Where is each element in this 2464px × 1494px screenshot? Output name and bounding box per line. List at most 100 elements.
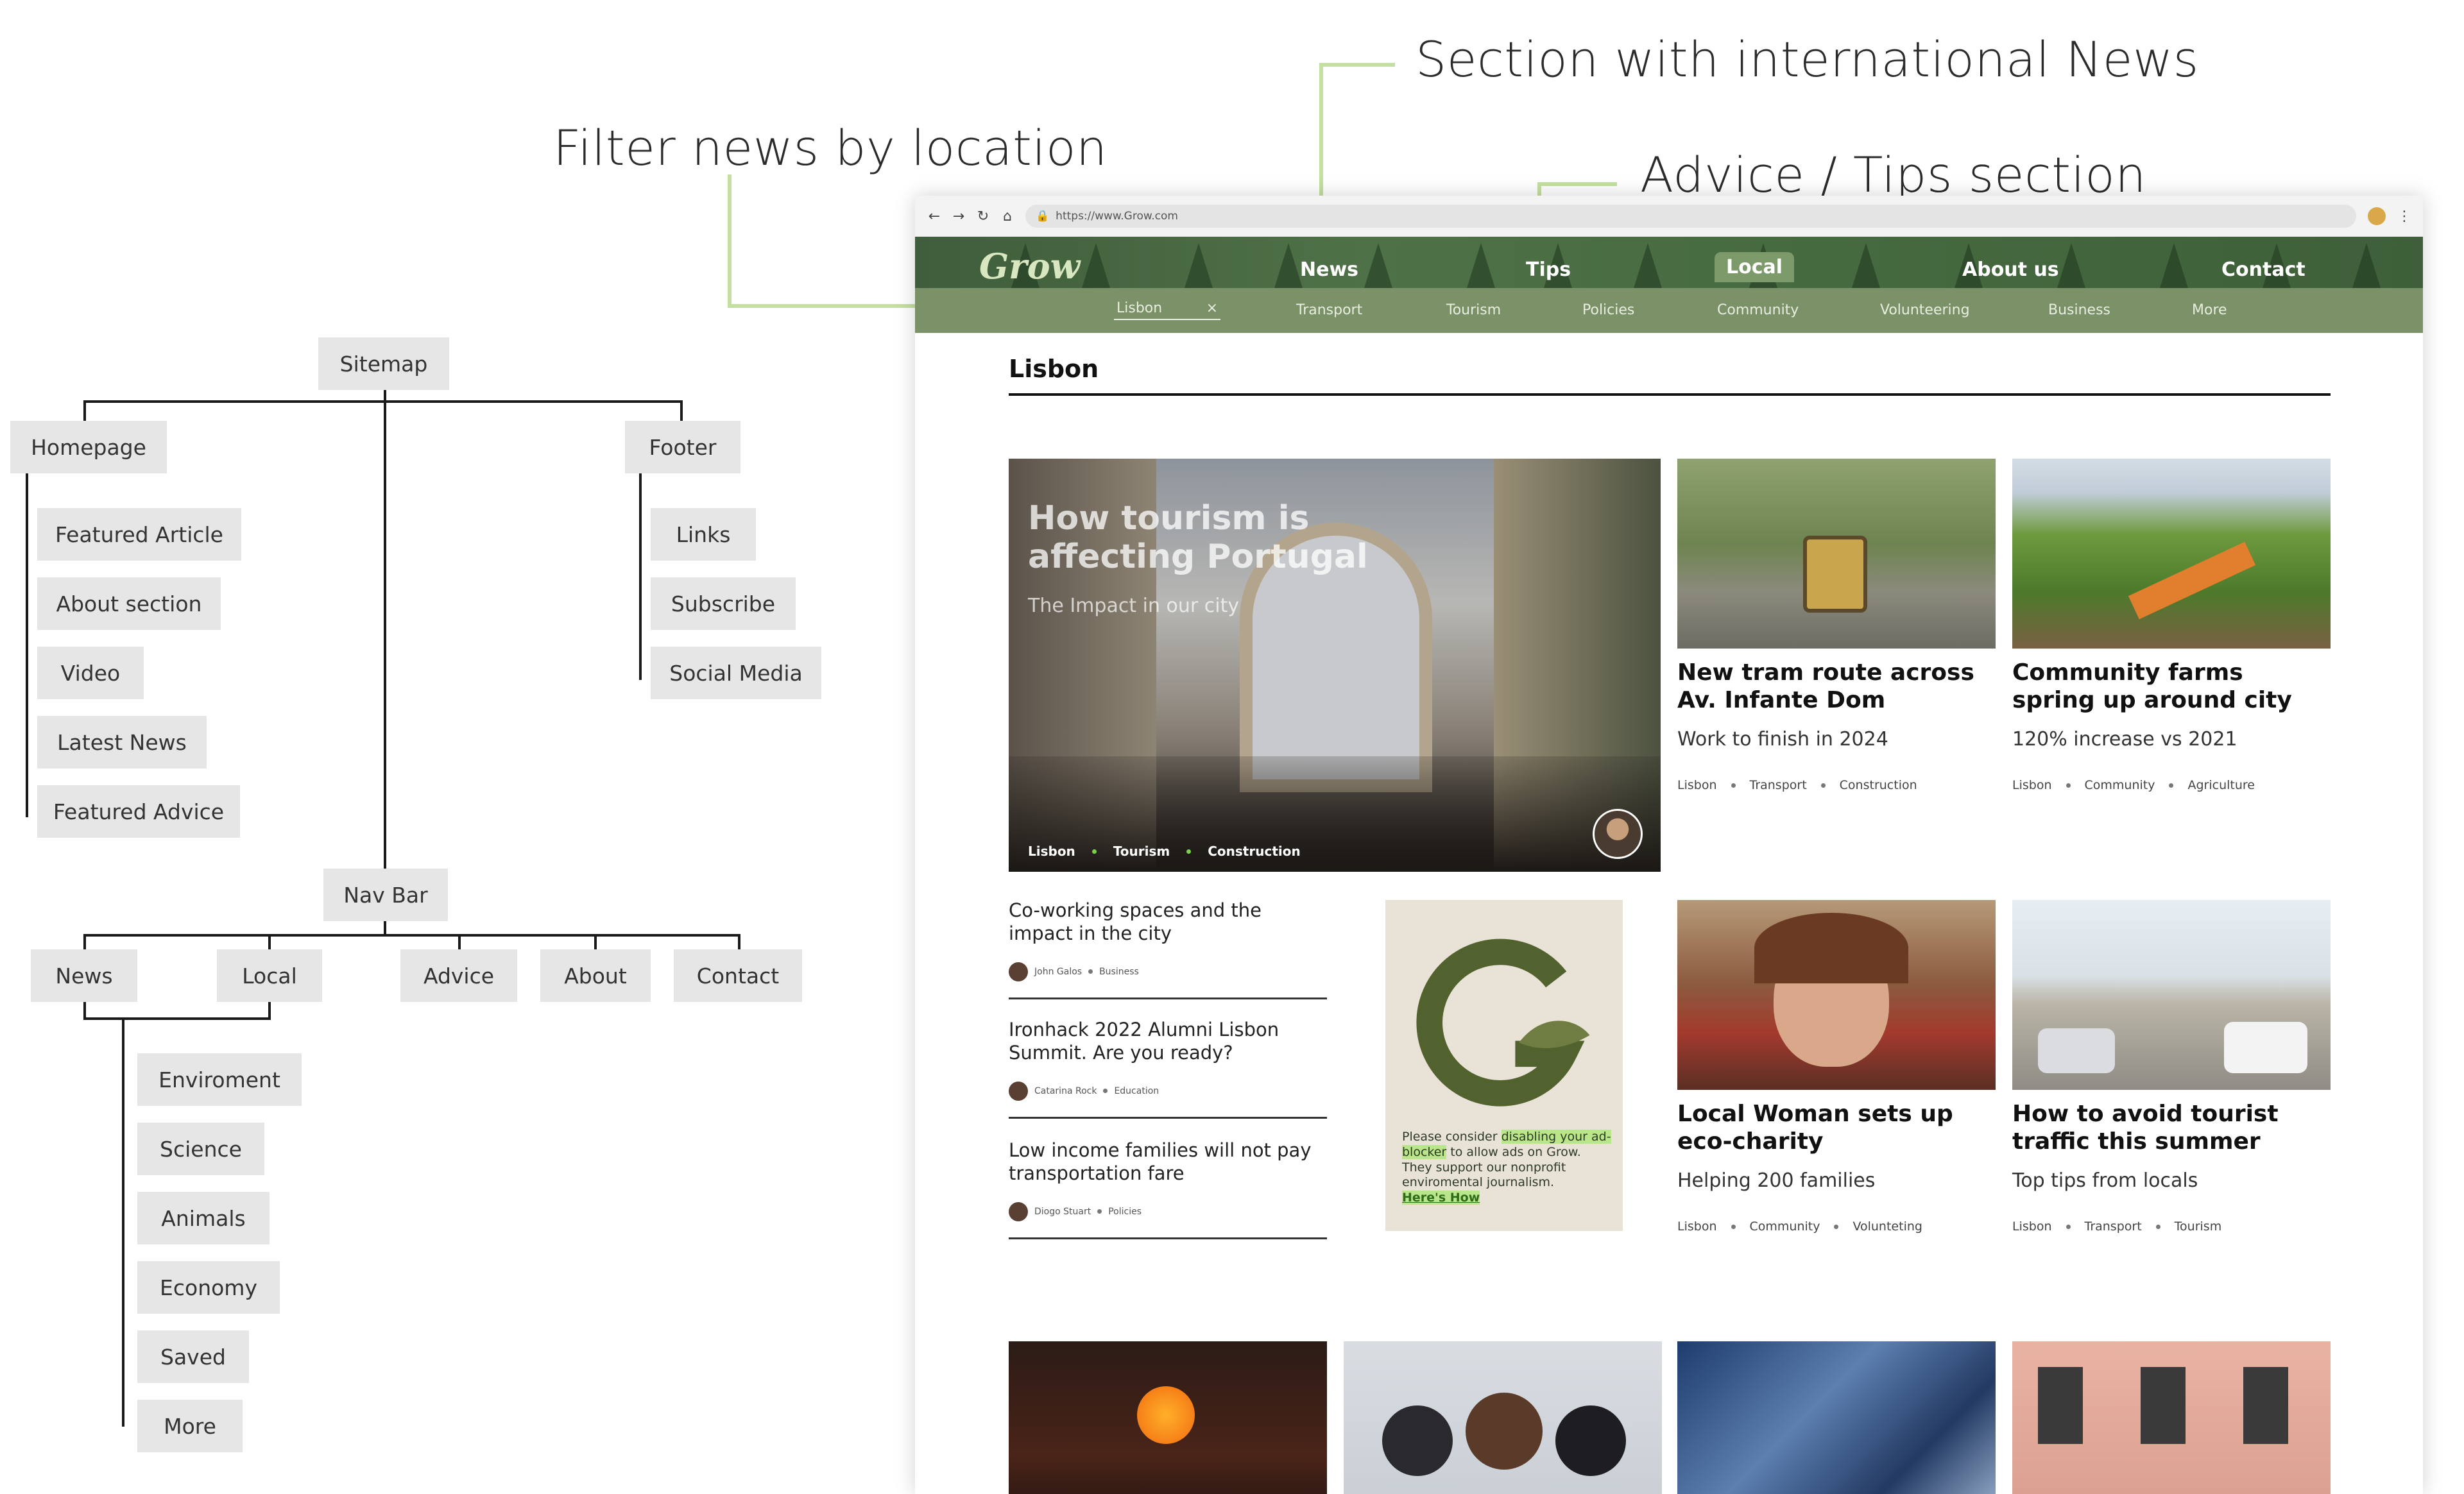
sitemap-local-child: Enviroment bbox=[137, 1053, 302, 1106]
tram-photo[interactable] bbox=[1677, 459, 1996, 649]
address-bar[interactable]: 🔒 https://www.Grow.com bbox=[1025, 205, 2356, 228]
author-avatar bbox=[1009, 962, 1028, 981]
kebab-menu-icon[interactable]: ⋮ bbox=[2397, 208, 2411, 225]
subnav-business[interactable]: Business bbox=[2048, 302, 2110, 318]
tag[interactable]: Community bbox=[1750, 1219, 1820, 1234]
card-subtitle: 120% increase vs 2021 bbox=[2012, 728, 2237, 751]
card-title[interactable]: New tram route across Av. Infante Dom bbox=[1677, 659, 1996, 714]
list-item[interactable]: Co-working spaces and the impact in the … bbox=[1009, 899, 1327, 981]
card-tags: Lisbon Transport Construction bbox=[1677, 778, 1917, 792]
hero-title[interactable]: How tourism is affecting Portugal bbox=[1028, 499, 1477, 577]
subnav-policies[interactable]: Policies bbox=[1582, 302, 1634, 318]
site-navbar bbox=[915, 237, 2423, 288]
list-item[interactable]: Ironhack 2022 Alumni Lisbon Summit. Are … bbox=[1009, 1018, 1327, 1101]
card-title[interactable]: How to avoid tourist traffic this summer bbox=[2012, 1100, 2331, 1155]
author-avatar bbox=[1009, 1201, 1028, 1221]
tag[interactable]: Lisbon bbox=[2012, 778, 2052, 792]
tag[interactable]: Policies bbox=[1108, 1207, 1142, 1217]
home-icon[interactable]: ⌂ bbox=[1001, 208, 1014, 225]
sitemap-homepage-child: Featured Article bbox=[37, 508, 241, 561]
subnav-tourism[interactable]: Tourism bbox=[1446, 302, 1501, 318]
tag[interactable]: Transport bbox=[2085, 1219, 2142, 1234]
callout-line-news-h bbox=[1319, 63, 1395, 67]
tag[interactable]: Volunteting bbox=[1852, 1219, 1922, 1234]
sitemap-nav-news: News bbox=[31, 949, 137, 1002]
tag[interactable]: Lisbon bbox=[1677, 778, 1717, 792]
community-farm-photo[interactable] bbox=[2012, 459, 2331, 649]
tag[interactable]: Lisbon bbox=[1028, 844, 1075, 859]
author-name[interactable]: Diogo Stuart bbox=[1034, 1207, 1091, 1217]
subnav-community[interactable]: Community bbox=[1717, 302, 1799, 318]
forward-arrow-icon[interactable]: → bbox=[952, 208, 965, 225]
author-avatar[interactable] bbox=[1593, 809, 1643, 859]
card-tags: Lisbon Transport Tourism bbox=[2012, 1219, 2221, 1234]
tree-line bbox=[680, 400, 683, 421]
tag[interactable]: Education bbox=[1114, 1086, 1159, 1096]
tag[interactable]: Transport bbox=[1750, 778, 1807, 792]
card-tags: Lisbon Community Volunteting bbox=[1677, 1219, 1922, 1234]
list-item[interactable]: Low income families will not pay transpo… bbox=[1009, 1139, 1327, 1221]
tag[interactable]: Business bbox=[1099, 967, 1139, 977]
tree-line bbox=[384, 921, 386, 934]
nav-tips[interactable]: Tips bbox=[1526, 259, 1571, 281]
tag[interactable]: Lisbon bbox=[1677, 1219, 1717, 1234]
sitemap-footer-child: Social Media bbox=[651, 647, 821, 699]
sitemap-navbar-node: Nav Bar bbox=[323, 869, 448, 921]
clear-filter-icon[interactable]: × bbox=[1206, 300, 1218, 316]
sunset-photo[interactable] bbox=[1009, 1341, 1327, 1494]
author-name[interactable]: John Galos bbox=[1034, 967, 1082, 977]
nav-about-us[interactable]: About us bbox=[1962, 259, 2059, 281]
card-tags: Lisbon Community Agriculture bbox=[2012, 778, 2255, 792]
sitemap-nav-local: Local bbox=[217, 949, 322, 1002]
list-divider bbox=[1009, 1237, 1327, 1239]
callout-line-filter-v bbox=[728, 174, 732, 308]
hero-article[interactable]: How tourism is affecting Portugal The Im… bbox=[1009, 459, 1661, 872]
tree-line bbox=[639, 473, 642, 680]
url-text: https://www.Grow.com bbox=[1056, 210, 1178, 223]
local-woman-photo[interactable] bbox=[1677, 900, 1996, 1090]
subnav-transport[interactable]: Transport bbox=[1296, 302, 1362, 318]
tree-line bbox=[122, 1017, 124, 1427]
list-item-title[interactable]: Low income families will not pay transpo… bbox=[1009, 1139, 1327, 1185]
nav-news[interactable]: News bbox=[1300, 259, 1358, 281]
tag[interactable]: Agriculture bbox=[2187, 778, 2255, 792]
puppies-photo[interactable] bbox=[1344, 1341, 1662, 1494]
sitemap-footer-node: Footer bbox=[625, 421, 740, 473]
back-arrow-icon[interactable]: ← bbox=[928, 208, 941, 225]
section-title: Lisbon bbox=[1009, 355, 1099, 383]
nav-contact[interactable]: Contact bbox=[2221, 259, 2306, 281]
location-filter[interactable]: Lisbon × bbox=[1114, 297, 1220, 320]
tag[interactable]: Tourism bbox=[2175, 1219, 2222, 1234]
tag[interactable]: Tourism bbox=[1113, 844, 1170, 859]
subnav-more[interactable]: More bbox=[2192, 302, 2227, 318]
hero-tags: Lisbon Tourism Construction bbox=[1028, 844, 1301, 859]
reload-icon[interactable]: ↻ bbox=[977, 208, 989, 225]
card-title[interactable]: Local Woman sets up eco-charity bbox=[1677, 1100, 1996, 1155]
tag[interactable]: Lisbon bbox=[2012, 1219, 2052, 1234]
subnav-volunteering[interactable]: Volunteering bbox=[1880, 302, 1970, 318]
callout-advice-tips: Advice / Tips section bbox=[1640, 146, 2146, 203]
card-subtitle: Top tips from locals bbox=[2012, 1169, 2198, 1192]
list-item-title[interactable]: Ironhack 2022 Alumni Lisbon Summit. Are … bbox=[1009, 1018, 1327, 1065]
browser-chrome: ← → ↻ ⌂ 🔒 https://www.Grow.com ⋮ bbox=[915, 196, 2423, 237]
author-name[interactable]: Catarina Rock bbox=[1034, 1086, 1097, 1096]
sitemap-homepage-child: Latest News bbox=[37, 716, 207, 768]
tag[interactable]: Construction bbox=[1840, 778, 1917, 792]
profile-avatar-icon[interactable] bbox=[2368, 207, 2386, 225]
grow-logo[interactable]: Grow bbox=[979, 246, 1080, 287]
sitemap-nav-contact: Contact bbox=[674, 949, 802, 1002]
card-title[interactable]: Community farms spring up around city bbox=[2012, 659, 2331, 714]
callout-line-tips-h bbox=[1537, 182, 1617, 186]
tree-line bbox=[83, 934, 86, 951]
sitemap-local-child: Saved bbox=[137, 1330, 249, 1383]
tag[interactable]: Construction bbox=[1208, 844, 1300, 859]
callout-international-news: Section with international News bbox=[1416, 31, 2199, 88]
nav-local[interactable]: Local bbox=[1715, 252, 1795, 282]
list-item-title[interactable]: Co-working spaces and the impact in the … bbox=[1009, 899, 1327, 946]
tag[interactable]: Community bbox=[2085, 778, 2155, 792]
skyscrapers-photo[interactable] bbox=[1677, 1341, 1996, 1494]
sitemap-homepage-node: Homepage bbox=[10, 421, 167, 473]
building-facade-photo[interactable] bbox=[2012, 1341, 2331, 1494]
heres-how-link[interactable]: Here's How bbox=[1402, 1191, 1480, 1205]
traffic-photo[interactable] bbox=[2012, 900, 2331, 1090]
